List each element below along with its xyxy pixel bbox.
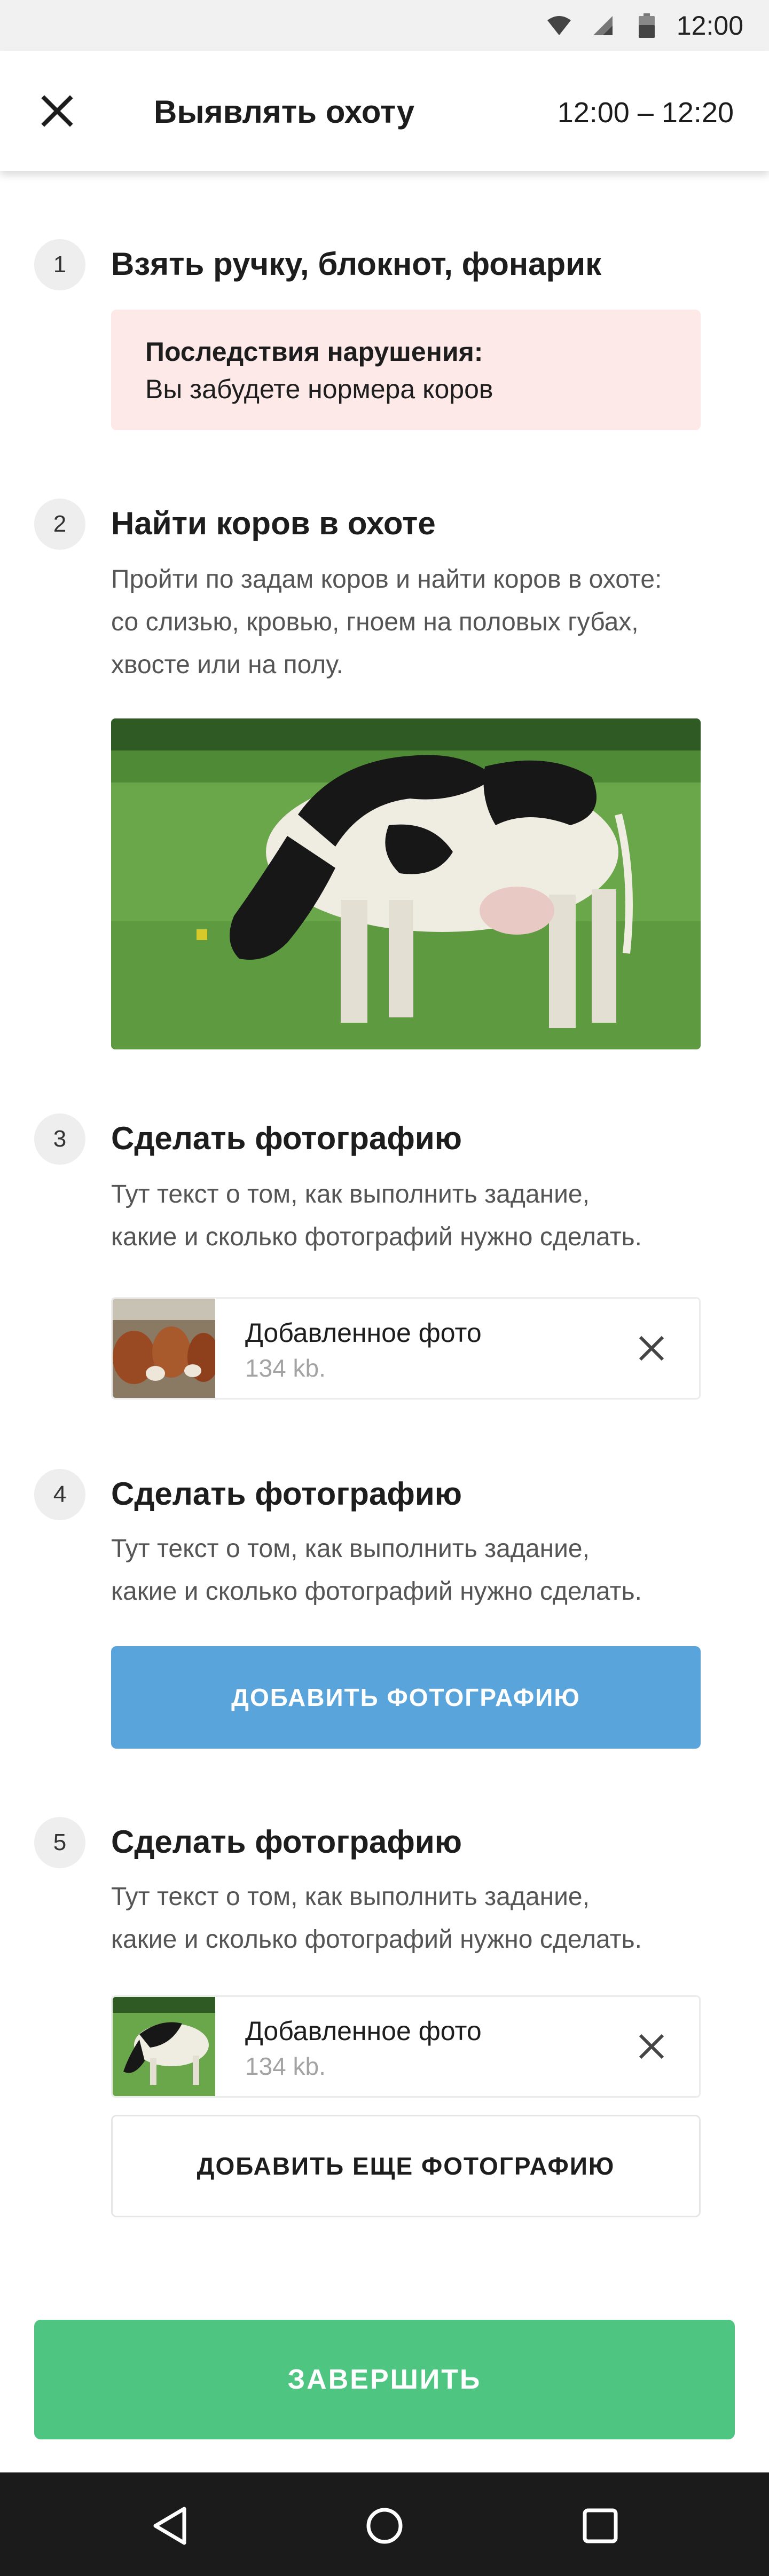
system-nav-bar bbox=[0, 2472, 769, 2576]
step-number-3: 3 bbox=[34, 1113, 85, 1165]
step-description-line: Тут текст о том, как выполнить задание, bbox=[111, 1535, 590, 1563]
attachment-size: 134 kb. bbox=[245, 1354, 326, 1382]
warning-title: Последствия нарушения: bbox=[145, 337, 483, 367]
finish-button[interactable]: ЗАВЕРШИТЬ bbox=[34, 2320, 735, 2439]
remove-photo-button[interactable] bbox=[634, 2029, 669, 2064]
step-title-3: Сделать фотографию bbox=[111, 1120, 462, 1156]
attachment-size: 134 kb. bbox=[245, 2052, 326, 2080]
time-range: 12:00 – 12:20 bbox=[557, 97, 734, 129]
close-icon bbox=[41, 95, 73, 127]
step-description-line: Пройти по задам коров и найти коров в ох… bbox=[111, 565, 662, 594]
step-description-line: хвосте или на полу. bbox=[111, 651, 343, 679]
cow-photo bbox=[111, 718, 701, 1049]
step-number-5: 5 bbox=[34, 1817, 85, 1868]
step-description-2: Пройти по задам коров и найти коров в ох… bbox=[111, 558, 741, 686]
close-icon bbox=[639, 2034, 664, 2059]
photo-thumbnail[interactable] bbox=[113, 1299, 215, 1398]
home-icon bbox=[366, 2508, 403, 2544]
step-description-line: Тут текст о том, как выполнить задание, bbox=[111, 1180, 590, 1208]
step-description-line: Тут текст о том, как выполнить задание, bbox=[111, 1883, 590, 1911]
home-button[interactable] bbox=[358, 2499, 411, 2553]
add-photo-button[interactable]: ДОБАВИТЬ ФОТОГРАФИЮ bbox=[111, 1646, 701, 1749]
warning-text: Вы забудете нормера коров bbox=[145, 374, 493, 404]
close-button[interactable] bbox=[38, 92, 76, 130]
app-bar: Выявлять охоту 12:00 – 12:20 bbox=[0, 51, 769, 171]
step-description-5: Тут текст о том, как выполнить задание, … bbox=[111, 1876, 741, 1961]
violation-warning: Последствия нарушения: Вы забудете норме… bbox=[111, 310, 701, 430]
page-title: Выявлять охоту bbox=[154, 94, 415, 130]
recents-button[interactable] bbox=[574, 2499, 627, 2553]
step-number-4: 4 bbox=[34, 1469, 85, 1520]
step-description-4: Тут текст о том, как выполнить задание, … bbox=[111, 1528, 741, 1613]
back-icon bbox=[153, 2507, 186, 2545]
attached-photo: Добавленное фото 134 kb. bbox=[111, 1297, 701, 1400]
status-bar: 12:00 bbox=[0, 0, 769, 51]
step-title-1: Взять ручку, блокнот, фонарик bbox=[111, 246, 602, 282]
signal-icon bbox=[589, 12, 617, 39]
wifi-icon bbox=[545, 12, 573, 39]
step-number-2: 2 bbox=[34, 499, 85, 550]
step-title-5: Сделать фотографию bbox=[111, 1824, 462, 1860]
step-description-line: какие и сколько фотографий нужно сделать… bbox=[111, 1925, 642, 1954]
step-description-3: Тут текст о том, как выполнить задание, … bbox=[111, 1173, 741, 1259]
battery-icon bbox=[633, 12, 661, 39]
step-title-4: Сделать фотографию bbox=[111, 1476, 462, 1512]
step-number-1: 1 bbox=[34, 239, 85, 290]
step-description-line: какие и сколько фотографий нужно сделать… bbox=[111, 1223, 642, 1251]
status-time: 12:00 bbox=[676, 10, 743, 41]
cow-grazing-image bbox=[111, 718, 701, 1049]
attachment-title: Добавленное фото bbox=[245, 2016, 482, 2046]
photo-thumbnail[interactable] bbox=[113, 1997, 215, 2096]
step-description-line: какие и сколько фотографий нужно сделать… bbox=[111, 1577, 642, 1606]
add-more-photo-button[interactable]: ДОБАВИТЬ ЕЩЕ ФОТОГРАФИЮ bbox=[111, 2115, 701, 2217]
step-description-line: со слизью, кровью, гноем на половых губа… bbox=[111, 608, 639, 636]
back-button[interactable] bbox=[143, 2499, 197, 2553]
step-title-2: Найти коров в охоте bbox=[111, 505, 436, 541]
remove-photo-button[interactable] bbox=[634, 1331, 669, 1366]
attachment-title: Добавленное фото bbox=[245, 1318, 482, 1348]
close-icon bbox=[639, 1336, 664, 1361]
recents-icon bbox=[583, 2508, 618, 2543]
attached-photo: Добавленное фото 134 kb. bbox=[111, 1995, 701, 2098]
